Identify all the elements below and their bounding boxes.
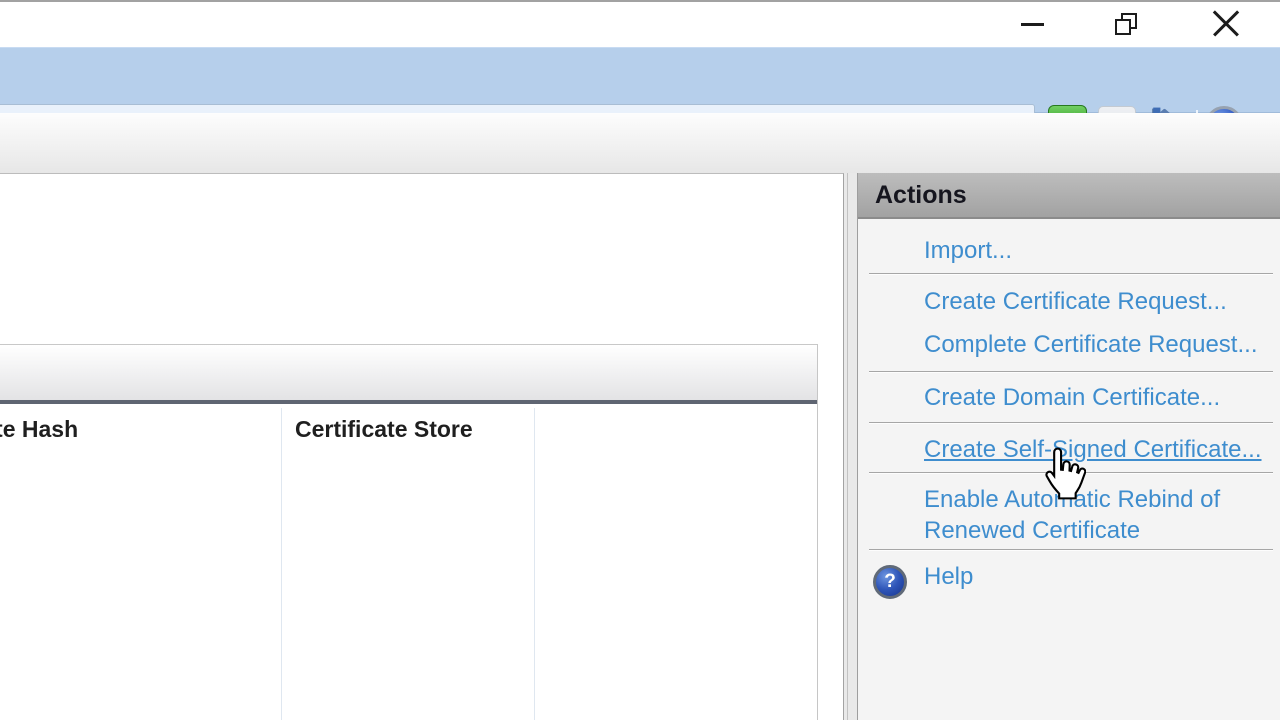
actions-separator <box>869 273 1273 275</box>
action-create-certificate-request[interactable]: Create Certificate Request... <box>924 288 1227 316</box>
actions-separator <box>869 422 1273 424</box>
restore-icon <box>1114 12 1138 36</box>
action-create-domain-certificate[interactable]: Create Domain Certificate... <box>924 384 1220 412</box>
column-divider <box>281 408 282 720</box>
list-toolbar-strip <box>0 344 818 404</box>
actions-separator <box>869 472 1273 474</box>
close-icon <box>1211 9 1241 39</box>
minimize-button[interactable] <box>1004 0 1060 47</box>
header-strip <box>0 113 1280 173</box>
column-header-certificate-hash[interactable]: Certificate Hash <box>0 416 78 443</box>
action-enable-automatic-rebind[interactable]: Enable Automatic Rebind of Renewed Certi… <box>924 484 1254 546</box>
actions-separator <box>869 549 1273 551</box>
navigation-toolbar: ? <box>0 47 1280 113</box>
server-certificates-content: Certificate Hash Certificate Store <box>0 173 844 720</box>
minimize-icon <box>1021 23 1044 26</box>
close-button[interactable] <box>1194 0 1258 47</box>
column-header-certificate-store[interactable]: Certificate Store <box>295 416 473 443</box>
actions-pane-title: Actions <box>858 173 1280 219</box>
action-create-self-signed-certificate[interactable]: Create Self-Signed Certificate... <box>924 436 1262 464</box>
content-border <box>847 173 848 720</box>
action-import[interactable]: Import... <box>924 237 1012 265</box>
action-complete-certificate-request[interactable]: Complete Certificate Request... <box>924 331 1257 359</box>
column-divider <box>534 408 535 720</box>
list-border <box>817 344 818 720</box>
actions-pane: Actions Import... Create Certificate Req… <box>857 173 1280 720</box>
help-icon: ? <box>873 565 907 599</box>
action-help[interactable]: Help <box>924 563 973 591</box>
window-top-border <box>0 0 1280 2</box>
title-bar <box>0 0 1280 47</box>
main-region: Certificate Hash Certificate Store Actio… <box>0 173 1280 720</box>
actions-separator <box>869 371 1273 373</box>
restore-button[interactable] <box>1098 0 1154 47</box>
